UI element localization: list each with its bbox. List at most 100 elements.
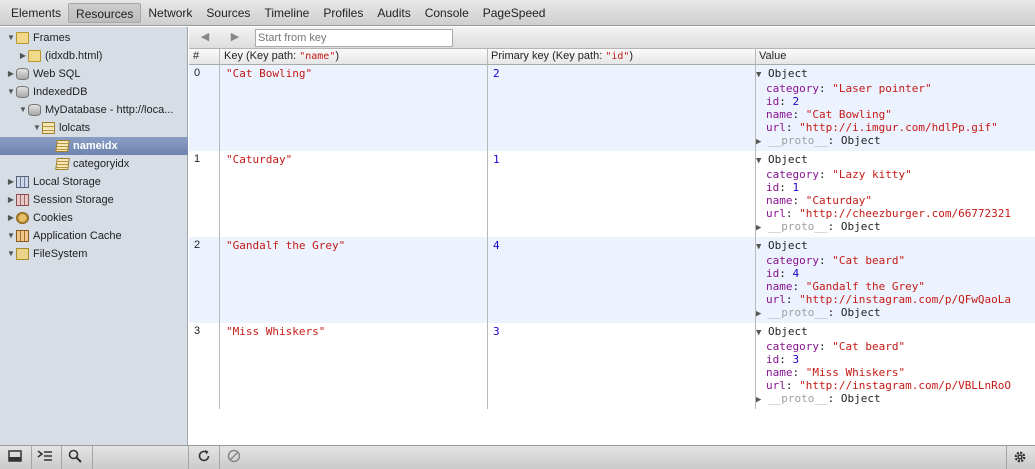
search-icon[interactable] <box>64 449 86 467</box>
prop-id-label: id <box>766 353 780 366</box>
database-icon <box>28 104 41 116</box>
tree-item-indexeddb[interactable]: ▼ IndexedDB <box>6 83 87 101</box>
row-value: ▼ Object category: "Cat beard" id: 3 nam… <box>756 325 1012 405</box>
prop-proto-label: __proto__ <box>768 392 828 405</box>
grid-header: # Key (Key path: "name") Primary key (Ke… <box>189 49 1035 65</box>
tree-item-websql[interactable]: ▶ Web SQL <box>6 65 81 83</box>
expand-triangle-icon[interactable]: ▼ <box>756 70 761 80</box>
column-divider[interactable] <box>219 49 220 409</box>
object-label: Object <box>768 325 808 338</box>
page-forward-button[interactable]: ▶ <box>225 30 245 43</box>
expand-triangle-icon[interactable]: ▼ <box>6 227 16 245</box>
prop-url-value: "http://instagram.com/p/VBLLnRoO <box>799 379 1012 392</box>
collapse-triangle-icon[interactable]: ▶ <box>756 309 761 319</box>
folder-icon <box>16 32 29 44</box>
row-key: "Gandalf the Grey" <box>226 239 346 252</box>
prop-proto-value: Object <box>840 134 881 147</box>
start-from-key-input[interactable] <box>255 29 453 47</box>
collapse-triangle-icon[interactable]: ▶ <box>6 191 16 209</box>
gear-icon[interactable] <box>1009 449 1031 467</box>
page-back-button[interactable]: ◀ <box>195 30 215 43</box>
column-divider[interactable] <box>755 49 756 409</box>
prop-category-label: category <box>766 82 819 95</box>
tab-pagespeed[interactable]: PageSpeed <box>476 3 553 23</box>
object-store-icon <box>42 122 55 134</box>
prop-category-label: category <box>766 254 819 267</box>
console-drawer-icon[interactable] <box>34 449 56 467</box>
tree-item-session-storage[interactable]: ▶ Session Storage <box>6 191 114 209</box>
row-key: "Miss Whiskers" <box>226 325 326 338</box>
collapse-triangle-icon[interactable]: ▶ <box>6 173 16 191</box>
expand-triangle-icon[interactable]: ▼ <box>756 156 761 166</box>
tab-network[interactable]: Network <box>141 3 199 23</box>
expand-triangle-icon[interactable]: ▼ <box>6 245 16 263</box>
dock-icon[interactable] <box>4 449 26 467</box>
data-grid: 0 "Cat Bowling" 2 ▼ Object category: "La… <box>189 49 1035 445</box>
tab-resources[interactable]: Resources <box>68 2 142 23</box>
collapse-triangle-icon[interactable]: ▶ <box>6 65 16 83</box>
prop-name-label: name <box>766 194 793 207</box>
tree-item-filesystem[interactable]: ▼ FileSystem <box>6 245 87 263</box>
tree-item-frames[interactable]: ▼ Frames <box>6 29 70 47</box>
expand-triangle-icon[interactable]: ▼ <box>756 242 761 252</box>
prop-id-value: 1 <box>792 181 800 194</box>
collapse-triangle-icon[interactable]: ▶ <box>18 47 28 65</box>
refresh-icon[interactable] <box>193 449 215 467</box>
prop-name-value: "Caturday" <box>805 194 872 207</box>
row-key: "Cat Bowling" <box>226 67 313 80</box>
column-header-key[interactable]: Key (Key path: "name") <box>220 49 339 65</box>
row-key: "Caturday" <box>226 153 293 166</box>
row-index: 2 <box>194 239 201 251</box>
separator <box>188 446 189 469</box>
tab-profiles[interactable]: Profiles <box>316 3 370 23</box>
tab-timeline[interactable]: Timeline <box>257 3 316 23</box>
tree-item-application-cache[interactable]: ▼ Application Cache <box>6 227 122 245</box>
expand-triangle-icon[interactable]: ▼ <box>18 101 28 119</box>
tree-item-local-storage[interactable]: ▶ Local Storage <box>6 173 101 191</box>
cookie-icon <box>16 212 29 224</box>
panel-tabs: Elements Resources Network Sources Timel… <box>0 0 1035 26</box>
tree-item-frame-idxdb[interactable]: ▶ (idxdb.html) <box>18 47 102 65</box>
table-row[interactable]: 2 "Gandalf the Grey" 4 ▼ Object category… <box>189 237 1035 323</box>
collapse-triangle-icon[interactable]: ▶ <box>6 209 16 227</box>
column-divider[interactable] <box>487 49 488 409</box>
expand-triangle-icon[interactable]: ▼ <box>6 29 16 47</box>
tree-item-cookies[interactable]: ▶ Cookies <box>6 209 73 227</box>
tree-item-categoryidx[interactable]: categoryidx <box>55 155 130 173</box>
column-header-primary-key[interactable]: Primary key (Key path: "id") <box>487 49 633 65</box>
prop-name-label: name <box>766 366 793 379</box>
tab-elements[interactable]: Elements <box>4 3 68 23</box>
header-text: Primary key (Key path: <box>491 50 606 62</box>
tab-sources[interactable]: Sources <box>199 3 257 23</box>
prop-id-label: id <box>766 181 780 194</box>
clear-icon[interactable] <box>223 449 245 467</box>
tree-item-nameidx[interactable]: nameidx <box>0 137 188 155</box>
tree-label: Local Storage <box>33 176 101 188</box>
collapse-triangle-icon[interactable]: ▶ <box>756 223 761 233</box>
tab-audits[interactable]: Audits <box>370 3 417 23</box>
tree-label: lolcats <box>59 122 91 134</box>
row-primary-key: 3 <box>493 325 500 338</box>
prop-proto-label: __proto__ <box>768 220 828 233</box>
tree-label: (idxdb.html) <box>45 50 103 62</box>
row-primary-key: 2 <box>493 67 500 80</box>
expand-triangle-icon[interactable]: ▼ <box>6 83 16 101</box>
table-row[interactable]: 1 "Caturday" 1 ▼ Object category: "Lazy … <box>189 151 1035 237</box>
tree-item-lolcats[interactable]: ▼ lolcats <box>32 119 90 137</box>
prop-category-label: category <box>766 168 819 181</box>
header-text: ) <box>335 50 340 62</box>
filesystem-icon <box>16 248 29 260</box>
object-label: Object <box>768 239 808 252</box>
table-row[interactable]: 3 "Miss Whiskers" 3 ▼ Object category: "… <box>189 323 1035 409</box>
column-header-index[interactable]: # <box>189 49 199 65</box>
collapse-triangle-icon[interactable]: ▶ <box>756 137 761 147</box>
column-header-value[interactable]: Value <box>755 49 786 65</box>
expand-triangle-icon[interactable]: ▼ <box>756 328 761 338</box>
expand-triangle-icon[interactable]: ▼ <box>32 119 42 137</box>
table-row[interactable]: 0 "Cat Bowling" 2 ▼ Object category: "La… <box>189 65 1035 151</box>
tab-console[interactable]: Console <box>418 3 476 23</box>
collapse-triangle-icon[interactable]: ▶ <box>756 395 761 405</box>
tree-label: categoryidx <box>73 158 130 170</box>
separator <box>1006 446 1007 469</box>
tree-item-mydatabase[interactable]: ▼ MyDatabase - http://loca... <box>18 101 173 119</box>
